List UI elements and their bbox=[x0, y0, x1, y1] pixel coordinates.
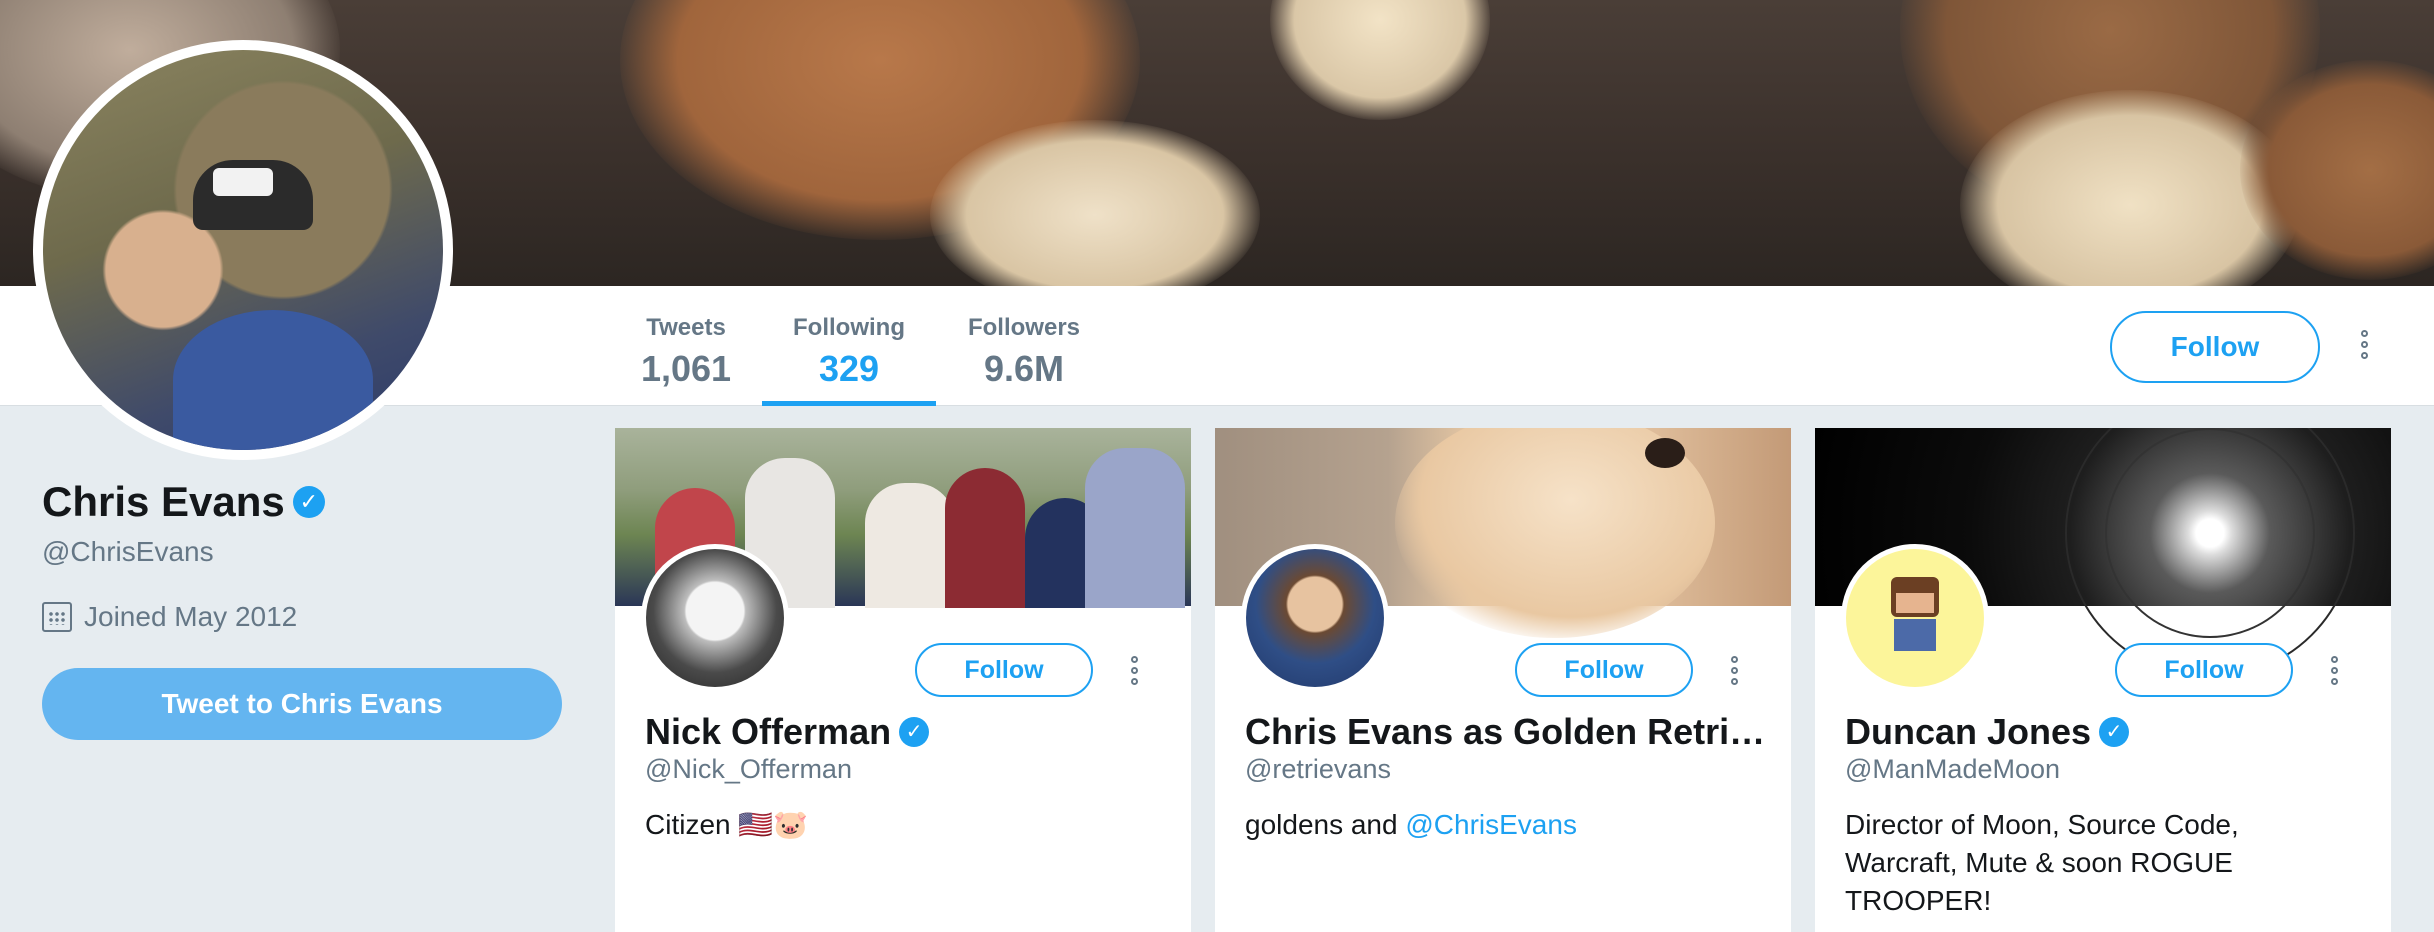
stat-following-value: 329 bbox=[818, 348, 880, 389]
card-follow-button[interactable]: Follow bbox=[2115, 643, 2293, 697]
calendar-icon bbox=[42, 602, 72, 632]
stat-followers-value: 9.6M bbox=[983, 348, 1065, 389]
more-options-icon[interactable] bbox=[2357, 330, 2371, 359]
profile-name: Chris Evans ✓ bbox=[42, 478, 325, 526]
verified-badge-icon: ✓ bbox=[899, 717, 930, 747]
card-name: Duncan Jones ✓ bbox=[1845, 711, 2365, 753]
card-name: Nick Offerman ✓ bbox=[645, 711, 1165, 753]
profile-handle: @ChrisEvans bbox=[42, 536, 214, 567]
card-handle: @ManMadeMoon bbox=[1845, 754, 2061, 784]
stat-followers-label: Followers bbox=[967, 314, 1081, 341]
card-bio: Citizen 🇺🇸🐷 bbox=[645, 809, 809, 840]
verified-badge-icon: ✓ bbox=[292, 486, 325, 518]
card-name: Chris Evans as Golden Retri… bbox=[1245, 711, 1765, 753]
stat-following-label: Following bbox=[793, 314, 905, 341]
card-follow-button[interactable]: Follow bbox=[915, 643, 1093, 697]
joined-text: Joined May 2012 bbox=[84, 601, 298, 632]
more-options-icon[interactable] bbox=[1127, 656, 1141, 685]
verified-badge-icon: ✓ bbox=[2099, 717, 2130, 747]
card-follow-button[interactable]: Follow bbox=[1515, 643, 1693, 697]
card-name-text: Nick Offerman bbox=[645, 711, 892, 752]
card-name-text: Duncan Jones bbox=[1845, 711, 2092, 752]
stat-followers[interactable]: Followers 9.6M bbox=[952, 286, 1096, 406]
card-bio-text: goldens and bbox=[1245, 809, 1406, 840]
profile-avatar[interactable] bbox=[33, 40, 453, 460]
bio-mention-link[interactable]: @ChrisEvans bbox=[1405, 809, 1577, 840]
more-options-icon[interactable] bbox=[1727, 656, 1741, 685]
card-avatar[interactable] bbox=[641, 544, 789, 692]
card-handle: @Nick_Offerman bbox=[645, 754, 852, 784]
joined-date: Joined May 2012 bbox=[42, 601, 297, 633]
stat-tweets-value: 1,061 bbox=[640, 348, 732, 389]
card-avatar[interactable] bbox=[1241, 544, 1389, 692]
avatar-image bbox=[43, 50, 443, 450]
user-card[interactable]: Follow Nick Offerman ✓ @Nick_Offerman Ci… bbox=[615, 428, 1191, 932]
stat-following[interactable]: Following 329 bbox=[762, 286, 936, 406]
more-options-icon[interactable] bbox=[2327, 656, 2341, 685]
profile-name-text: Chris Evans bbox=[42, 478, 285, 525]
card-avatar[interactable] bbox=[1841, 544, 1989, 692]
tweet-to-button[interactable]: Tweet to Chris Evans bbox=[42, 668, 562, 740]
card-bio: Director of Moon, Source Code, Warcraft,… bbox=[1845, 809, 2239, 916]
stat-tweets[interactable]: Tweets 1,061 bbox=[630, 286, 742, 406]
user-card[interactable]: Follow Chris Evans as Golden Retri… @ret… bbox=[1215, 428, 1791, 932]
user-card[interactable]: Follow Duncan Jones ✓ @ManMadeMoon Direc… bbox=[1815, 428, 2391, 932]
stat-tweets-label: Tweets bbox=[646, 314, 726, 341]
card-bio: goldens and @ChrisEvans bbox=[1245, 806, 1755, 844]
card-handle: @retrievans bbox=[1245, 754, 1391, 784]
card-name-text: Chris Evans as Golden Retri… bbox=[1245, 711, 1765, 752]
follow-button[interactable]: Follow bbox=[2110, 311, 2320, 383]
